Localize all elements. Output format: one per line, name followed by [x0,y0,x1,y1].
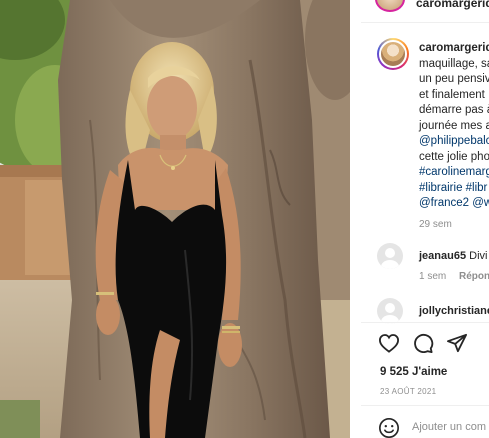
caption-line: journée mes a [419,119,489,132]
caption-line: cette jolie pho [419,150,489,163]
share-icon[interactable] [446,333,468,353]
comment-username[interactable]: jeanau65 [419,250,466,262]
post-photo[interactable] [0,0,350,438]
reply-button[interactable]: Répond [459,271,489,282]
caption-line: démarre pas à [419,104,489,116]
emoji-icon[interactable] [378,417,400,438]
likes-count[interactable]: 9 525 J'aime [380,366,447,378]
mention-link[interactable]: @philippebalc [419,134,489,150]
post-date[interactable]: 23 AOÛT 2021 [380,387,436,396]
top-avatar[interactable] [375,0,405,12]
comment-text: jeanau65 Divi [419,250,488,262]
comment-body: Divi [469,250,488,262]
post-photo-image [0,0,350,438]
caption: caromargerid maquillage, sa un peu pensi… [419,41,489,232]
comment-avatar[interactable] [377,243,403,269]
comment-time[interactable]: 1 sem [419,271,446,282]
caption-line: un peu pensiv [419,73,489,85]
divider [361,322,489,323]
comment-meta: 1 sem Répond [419,271,489,282]
instagram-post-view: caromargerid caromargerid maquillage, sa… [0,0,489,438]
heart-icon[interactable] [378,333,400,353]
caption-username[interactable]: caromargerid [419,42,489,54]
comment-text: jollychristiane [419,305,489,317]
comment-icon[interactable] [412,333,434,353]
divider [361,22,489,23]
action-bar [378,333,468,353]
hashtag-link[interactable]: #carolinemarg [419,165,489,181]
hashtag-link[interactable]: #librairie #libr [419,181,489,197]
caption-avatar[interactable] [377,38,409,70]
comment-input[interactable]: Ajouter un com [412,421,486,433]
comment-avatar[interactable] [377,298,403,324]
mention-link[interactable]: @france2 @w [419,196,489,212]
divider [361,405,489,406]
comment-username[interactable]: jollychristiane [419,305,489,317]
top-username[interactable]: caromargerid [416,0,489,10]
caption-line: et finalement [419,88,485,101]
caption-time[interactable]: 29 sem [419,217,489,233]
post-side-panel: caromargerid caromargerid maquillage, sa… [361,0,489,438]
caption-line: maquillage, sa [419,57,489,70]
